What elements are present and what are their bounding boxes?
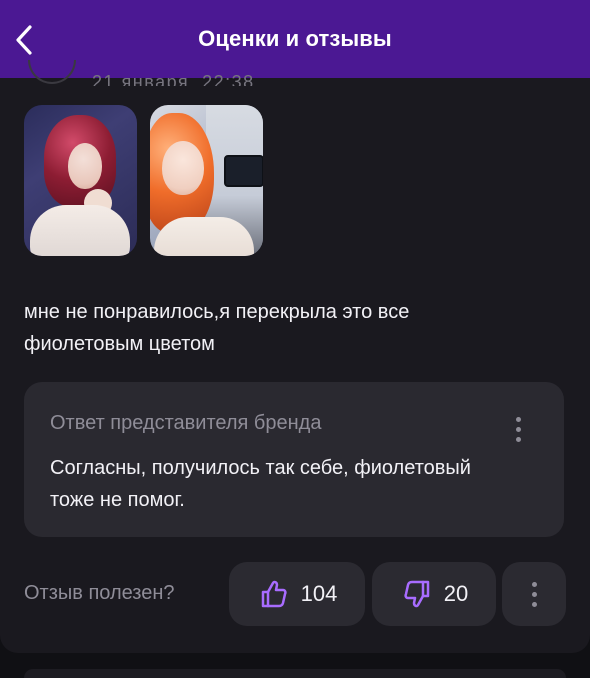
more-vertical-icon bbox=[531, 591, 537, 597]
more-vertical-icon bbox=[515, 426, 521, 432]
brand-reply-more-button[interactable] bbox=[508, 409, 528, 449]
photo-2-body bbox=[154, 217, 254, 256]
chevron-left-icon bbox=[16, 25, 32, 55]
review-more-button[interactable] bbox=[502, 562, 566, 626]
like-count: 104 bbox=[300, 581, 338, 606]
avatar bbox=[28, 60, 76, 84]
next-card-edge bbox=[24, 669, 566, 678]
brand-reply-text: Согласны, получилось так себе, фиолетовы… bbox=[50, 457, 471, 511]
more-vertical-icon bbox=[515, 436, 521, 442]
review-actions: Отзыв полезен? 104 20 bbox=[24, 562, 566, 626]
thumbs-up-icon bbox=[261, 580, 287, 608]
review-text: мне не понравилось,я перекрыла это все ф… bbox=[24, 301, 410, 355]
more-vertical-icon bbox=[524, 574, 544, 614]
dislike-count: 20 bbox=[443, 581, 469, 606]
reviews-screen: Оценки и отзывы 21 января, 22:38 мне не … bbox=[0, 0, 590, 678]
photo-2-face bbox=[162, 141, 204, 195]
top-bar: Оценки и отзывы bbox=[0, 0, 590, 78]
review-card: 21 января, 22:38 мне не понравилось,я пе… bbox=[0, 60, 590, 653]
photo-1-face bbox=[68, 143, 102, 189]
back-button[interactable] bbox=[10, 22, 40, 58]
review-photo-2[interactable] bbox=[150, 105, 263, 256]
like-button[interactable]: 104 bbox=[229, 562, 365, 626]
brand-reply-title: Ответ представителя бренда bbox=[50, 412, 322, 434]
photo-1-body bbox=[30, 205, 130, 256]
brand-reply-box: Ответ представителя бренда Согласны, пол… bbox=[24, 382, 564, 537]
review-photo-1[interactable] bbox=[24, 105, 137, 256]
more-vertical-icon bbox=[515, 416, 521, 422]
more-vertical-icon bbox=[531, 581, 537, 587]
thumbs-down-icon bbox=[404, 580, 429, 608]
page-title: Оценки и отзывы bbox=[198, 26, 392, 51]
more-vertical-icon bbox=[531, 601, 537, 607]
dislike-button[interactable]: 20 bbox=[372, 562, 496, 626]
helpful-label: Отзыв полезен? bbox=[24, 582, 175, 604]
review-date: 21 января, 22:38 bbox=[92, 74, 255, 86]
photo-2-monitor bbox=[224, 155, 263, 187]
